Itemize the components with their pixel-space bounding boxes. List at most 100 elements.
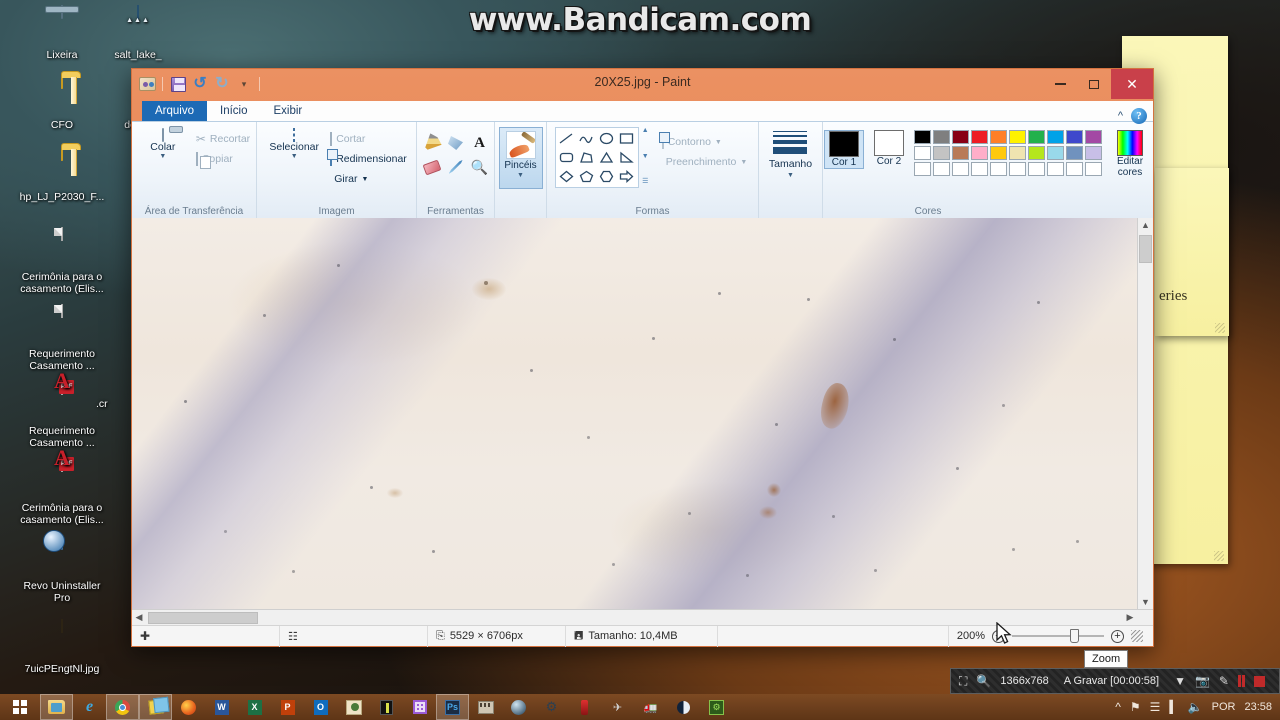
palette-swatch[interactable] <box>971 162 988 176</box>
palette-swatch[interactable] <box>1066 130 1083 144</box>
palette-swatch[interactable] <box>971 146 988 160</box>
palette-swatch[interactable] <box>1066 146 1083 160</box>
crop-button[interactable]: Cortar <box>327 130 410 148</box>
taskbar-item-tree-app[interactable] <box>337 694 370 720</box>
palette-swatch[interactable] <box>914 130 931 144</box>
window-target-icon[interactable]: ⛶ <box>959 674 967 689</box>
color2-swatch[interactable] <box>874 130 904 156</box>
sticky-note-front[interactable]: eries <box>1155 168 1229 336</box>
scroll-left-icon[interactable]: ◀ <box>132 612 146 623</box>
record-icon[interactable] <box>1253 675 1265 687</box>
zoom-slider-thumb[interactable] <box>1070 629 1079 643</box>
desktop-icon-cerimonia-pdf[interactable]: PDF A Cerimônia para o casamento (Elis... <box>14 447 110 527</box>
shape-triangle[interactable] <box>597 148 617 167</box>
paste-button[interactable]: Colar ▼ <box>135 127 191 160</box>
shape-hexagon[interactable] <box>597 167 617 186</box>
chevron-up-icon[interactable]: ^ <box>1118 110 1123 122</box>
taskbar-item-word[interactable]: W <box>205 694 238 720</box>
palette-swatch[interactable] <box>952 130 969 144</box>
outline-button[interactable]: Contorno ▼ <box>659 133 751 151</box>
taskbar-item-steam[interactable] <box>502 694 535 720</box>
rotate-button[interactable]: Girar ▼ <box>327 170 410 188</box>
tab-inicio[interactable]: Início <box>207 101 261 121</box>
brushes-button[interactable]: Pincéis ▼ <box>498 127 543 189</box>
shape-line[interactable] <box>557 129 577 148</box>
taskbar-item-calculator[interactable] <box>403 694 436 720</box>
desktop-icon-requerimento-doc[interactable]: Requerimento Casamento ... <box>14 304 110 372</box>
palette-swatch[interactable] <box>1085 162 1102 176</box>
zoom-out-button[interactable]: − <box>992 629 1005 643</box>
ribbon[interactable]: Colar ▼ ✂ Recortar Copiar Área de Transf… <box>132 108 1153 218</box>
taskbar-item-settings[interactable]: ⚙ <box>535 694 568 720</box>
tab-arquivo[interactable]: Arquivo <box>142 101 207 121</box>
palette-swatch[interactable] <box>933 146 950 160</box>
taskbar-item-truck-app[interactable]: 🚛 <box>634 694 667 720</box>
palette-swatch[interactable] <box>1028 130 1045 144</box>
taskbar-item-plane-app[interactable]: ✈ <box>601 694 634 720</box>
battery-icon[interactable]: ▍ <box>1169 700 1178 714</box>
palette-swatch[interactable] <box>1085 146 1102 160</box>
magnifier-icon[interactable]: 🔍 <box>976 674 991 688</box>
close-icon[interactable]: ✕ <box>1111 69 1153 99</box>
chevron-down-icon[interactable]: ▼ <box>517 172 524 179</box>
copy-button[interactable]: Copiar <box>193 150 253 168</box>
color-palette[interactable] <box>914 130 1103 177</box>
scrollbar-thumb[interactable] <box>1139 235 1152 263</box>
paint-window[interactable]: ↺ ↻ ▾ 20X25.jpg - Paint ✕ Arquivo Início… <box>131 68 1154 647</box>
palette-swatch[interactable] <box>933 162 950 176</box>
taskbar-item-sticky-notes[interactable] <box>139 694 172 720</box>
dropdown-icon[interactable]: ▼ <box>1174 674 1186 688</box>
clock[interactable]: 23:58 <box>1244 701 1272 713</box>
ribbon-tabs[interactable]: Arquivo Início Exibir <box>132 101 1153 121</box>
start-button[interactable] <box>0 694 40 720</box>
volume-icon[interactable]: 🔈 <box>1188 700 1203 714</box>
vertical-scrollbar[interactable]: ▲ ▼ <box>1137 218 1153 609</box>
shape-right-arrow[interactable] <box>617 167 637 186</box>
palette-swatch[interactable] <box>1085 130 1102 144</box>
network-icon[interactable]: ⚑ <box>1130 700 1141 714</box>
scrollbar-thumb[interactable] <box>148 611 258 624</box>
shape-gallery-scroll[interactable]: ▲ ▼ ☰ <box>640 127 651 186</box>
color1-button[interactable]: Cor 1 <box>824 130 864 169</box>
resize-grip[interactable] <box>1215 323 1225 333</box>
show-hidden-icons[interactable]: ^ <box>1115 700 1121 714</box>
palette-swatch[interactable] <box>1047 130 1064 144</box>
resize-grip[interactable] <box>1131 630 1143 642</box>
minimize-icon[interactable] <box>1043 69 1077 99</box>
taskbar-item-outlook[interactable]: O <box>304 694 337 720</box>
palette-swatch[interactable] <box>1028 146 1045 160</box>
shape-oval[interactable] <box>597 129 617 148</box>
taskbar[interactable]: e W X P O Ps ⚙ ✈ 🚛 ⚙ ^ ⚑ ☰ ▍ 🔈 POR 23:58 <box>0 694 1280 720</box>
chevron-down-icon[interactable]: ▼ <box>715 139 722 146</box>
cut-button[interactable]: ✂ Recortar <box>193 130 253 148</box>
palette-swatch[interactable] <box>1047 146 1064 160</box>
taskbar-item-internet-explorer[interactable]: e <box>73 694 106 720</box>
edit-colors-button[interactable]: Editar cores <box>1108 130 1152 178</box>
desktop-icon-7uic-jpg[interactable]: 7uicPEngtNl.jpg <box>14 619 110 675</box>
image-canvas[interactable] <box>132 218 1137 609</box>
pencil-icon[interactable] <box>420 131 444 155</box>
magnifier-icon[interactable]: 🔍 <box>468 155 492 179</box>
desktop-icon-hp-printer-folder[interactable]: hp_LJ_P2030_F... <box>14 147 110 203</box>
ribbon-controls[interactable]: ^ ? <box>1118 108 1147 124</box>
resize-grip[interactable] <box>1214 551 1224 561</box>
scroll-right-icon[interactable]: ▶ <box>1123 612 1137 623</box>
palette-swatch[interactable] <box>971 130 988 144</box>
chevron-down-icon[interactable]: ▼ <box>362 176 369 183</box>
zoom-in-button[interactable]: + <box>1111 629 1124 643</box>
shape-pentagon[interactable] <box>577 167 597 186</box>
palette-swatch[interactable] <box>952 146 969 160</box>
palette-swatch[interactable] <box>914 146 931 160</box>
chevron-down-icon[interactable]: ▼ <box>291 153 298 160</box>
taskbar-item-google-chrome[interactable] <box>106 694 139 720</box>
fill-icon[interactable] <box>444 131 468 155</box>
horizontal-scrollbar[interactable]: ◀ ▶ <box>132 609 1153 625</box>
color-picker-icon[interactable] <box>444 155 468 179</box>
palette-swatch[interactable] <box>1009 146 1026 160</box>
taskbar-item-powerpoint[interactable]: P <box>271 694 304 720</box>
signal-icon[interactable]: ☰ <box>1150 700 1161 714</box>
fill-button[interactable]: Preenchimento ▼ <box>659 153 751 171</box>
palette-swatch[interactable] <box>952 162 969 176</box>
palette-swatch[interactable] <box>990 130 1007 144</box>
shape-polygon[interactable] <box>577 148 597 167</box>
